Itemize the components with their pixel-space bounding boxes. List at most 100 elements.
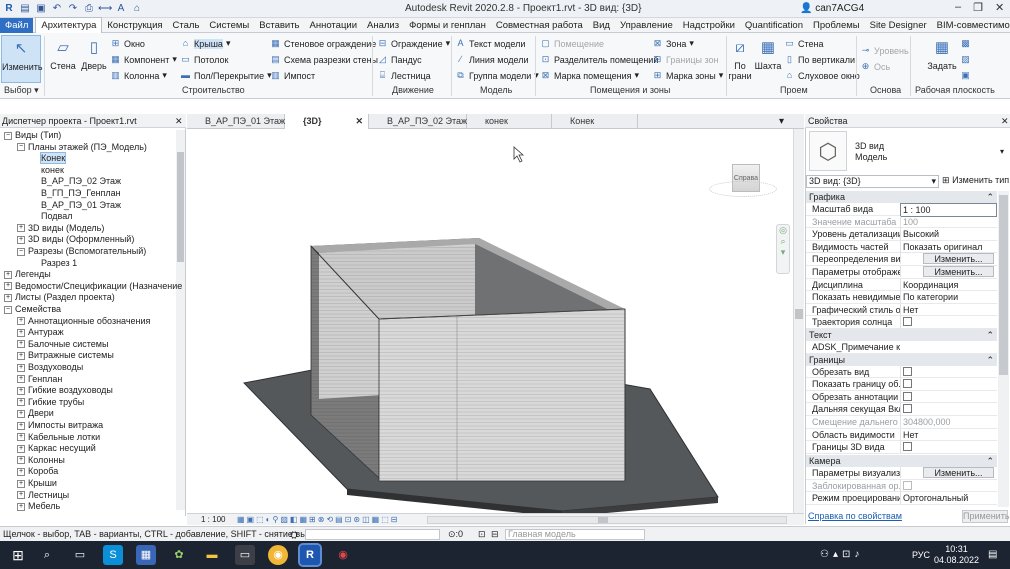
expand-toggle-icon[interactable]: − xyxy=(4,131,12,140)
level-button[interactable]: ⊸ Уровень xyxy=(860,44,909,57)
browser-item[interactable]: + Колонны xyxy=(17,455,65,467)
save-icon[interactable]: ▣ xyxy=(34,2,48,16)
shaft-button[interactable]: ▦ Шахта xyxy=(754,35,782,71)
model-group-button[interactable]: ⧉ Группа модели ▾ xyxy=(455,69,539,82)
expand-toggle-icon[interactable]: + xyxy=(17,491,25,500)
tab-manage[interactable]: Управление xyxy=(615,18,678,33)
prop-section-box[interactable]: Границы 3D вида xyxy=(806,441,997,455)
dormer-button[interactable]: ⌂ Слуховое окно xyxy=(784,69,860,82)
expand-toggle-icon[interactable]: + xyxy=(17,375,25,384)
close-icon[interactable]: ✕ xyxy=(355,114,363,129)
checkbox[interactable] xyxy=(903,366,912,376)
expand-toggle-icon[interactable]: + xyxy=(4,294,12,303)
edit-button[interactable]: Изменить... xyxy=(923,467,994,478)
stair-button[interactable]: ⌸ Лестница xyxy=(377,69,431,82)
browser-item[interactable]: + Балочные системы xyxy=(17,339,108,351)
prop-parts-visibility[interactable]: Видимость частей Показать оригинал xyxy=(806,240,997,254)
tab-massing[interactable]: Формы и генплан xyxy=(404,18,491,33)
browser-item[interactable]: В_АР_ПЭ_01 Этаж xyxy=(41,200,121,212)
measure-icon[interactable]: ⟷ xyxy=(98,2,112,16)
select-dropdown[interactable]: Выбор ▾ xyxy=(4,85,39,96)
browser-item[interactable]: + Крыши xyxy=(17,478,57,490)
steering-wheel-icon[interactable]: ◎ xyxy=(777,225,789,236)
expand-toggle-icon[interactable]: + xyxy=(17,468,25,477)
ref-plane-button[interactable]: ▨ xyxy=(960,53,971,66)
vertical-opening-button[interactable]: ▯ По вертикали xyxy=(784,53,855,66)
zoom-icon[interactable]: ⌕ xyxy=(777,236,789,247)
browser-item[interactable]: + Генплан xyxy=(17,374,62,386)
prop-view-scale[interactable]: Масштаб вида 1 : 100 xyxy=(806,203,997,217)
floor-button[interactable]: ▬ Пол/Перекрытие ▾ xyxy=(180,69,272,82)
tab-3d[interactable]: {3D} ✕ xyxy=(285,114,369,129)
browser-item[interactable]: + Двери xyxy=(17,408,54,420)
minimize-icon[interactable]: – xyxy=(955,1,961,14)
tab-insert[interactable]: Вставить xyxy=(254,18,304,33)
checkbox[interactable] xyxy=(903,317,912,327)
browser-item[interactable]: + Короба xyxy=(17,466,58,478)
browser-item[interactable]: + Импосты витража xyxy=(17,420,103,432)
type-selector[interactable]: 3D вид Модель xyxy=(855,141,887,163)
3d-view-icon[interactable]: ⌂ xyxy=(130,2,144,16)
prop-discipline[interactable]: Дисциплина Координация xyxy=(806,278,997,292)
text-icon[interactable]: A xyxy=(114,2,128,16)
tab-quantification[interactable]: Quantification xyxy=(740,18,808,33)
zoom-options-icon[interactable]: ▾ xyxy=(777,247,789,258)
windows-start-icon[interactable]: ⊞ xyxy=(8,545,28,565)
grid-button[interactable]: ⊕ Ось xyxy=(860,60,890,73)
expand-toggle-icon[interactable]: + xyxy=(17,444,25,453)
expand-toggle-icon[interactable]: + xyxy=(17,352,25,361)
section-text[interactable]: Текст ⌃ xyxy=(806,329,997,341)
chrome-icon[interactable]: ◉ xyxy=(268,545,288,565)
section-graphics[interactable]: Графика ⌃ xyxy=(806,191,997,203)
browser-scrollbar[interactable] xyxy=(176,130,185,510)
expand-toggle-icon[interactable]: + xyxy=(4,270,12,279)
browser-item[interactable]: + Антураж xyxy=(17,327,64,339)
close-icon[interactable]: ✕ xyxy=(175,114,183,128)
browser-item[interactable]: конек xyxy=(41,165,64,177)
undo-icon[interactable]: ↶ xyxy=(50,2,64,16)
task-view-icon[interactable]: ▭ xyxy=(70,545,90,565)
window-button[interactable]: ⊞ Окно xyxy=(110,37,145,50)
browser-item[interactable]: В_АР_ПЭ_02 Этаж xyxy=(41,176,121,188)
horizontal-scrollbar[interactable] xyxy=(427,516,787,524)
prop-show-hidden[interactable]: Показать невидимые ...По категории xyxy=(806,291,997,304)
app-window-icon[interactable]: ▭ xyxy=(235,545,255,565)
browser-item[interactable]: Подвал xyxy=(41,211,72,223)
browser-item[interactable]: + Гибкие трубы xyxy=(17,397,84,409)
wall-button[interactable]: ▱ Стена xyxy=(48,35,78,71)
browser-item[interactable]: + Легенды xyxy=(4,269,51,281)
prop-adsk-note[interactable]: ADSK_Примечание к ... xyxy=(806,341,997,354)
room-button[interactable]: ▢ Помещение xyxy=(540,37,604,50)
instance-selector[interactable]: 3D вид: {3D} ▾ xyxy=(806,175,939,188)
expand-toggle-icon[interactable]: + xyxy=(17,433,25,442)
checkbox[interactable] xyxy=(903,404,912,414)
browser-item[interactable]: + Ведомости/Спецификации (Назначение xyxy=(4,281,182,293)
tab-steel[interactable]: Сталь xyxy=(168,18,205,33)
design-options-field[interactable]: Главная модель xyxy=(505,529,645,540)
expand-toggle-icon[interactable]: + xyxy=(17,456,25,465)
show-workplane-button[interactable]: ▩ xyxy=(960,37,971,50)
browser-item[interactable]: + Витражные системы xyxy=(17,350,114,362)
app-icon[interactable]: ✿ xyxy=(169,545,189,565)
properties-scrollbar[interactable] xyxy=(998,191,1009,507)
browser-item[interactable]: + Листы (Раздел проекта) xyxy=(4,292,115,304)
tab-collaborate[interactable]: Совместная работа xyxy=(491,18,588,33)
expand-toggle-icon[interactable]: − xyxy=(4,305,12,314)
prop-projection-mode[interactable]: Режим проецирования Ортогональный xyxy=(806,492,997,505)
expand-toggle-icon[interactable]: + xyxy=(17,328,25,337)
viewer-button[interactable]: ▣ xyxy=(960,69,971,82)
canvas-scrollbar[interactable] xyxy=(793,129,804,513)
browser-item[interactable]: В_ГП_ПЭ_Генплан xyxy=(41,188,121,200)
tab-analyze[interactable]: Анализ xyxy=(362,18,404,33)
wall-opening-button[interactable]: ▭ Стена xyxy=(784,37,823,50)
expand-toggle-icon[interactable]: + xyxy=(17,340,25,349)
browser-item[interactable]: Конек xyxy=(39,152,67,165)
workset-field[interactable] xyxy=(305,529,440,540)
edit-button[interactable]: Изменить... xyxy=(923,266,994,277)
notification-icon[interactable]: ▤ xyxy=(988,549,997,560)
clock[interactable]: 10:31 04.08.2022 xyxy=(934,544,979,566)
close-icon[interactable]: ✕ xyxy=(1001,114,1009,128)
by-face-button[interactable]: ⧄ По грани xyxy=(728,35,752,81)
checkbox[interactable] xyxy=(903,391,912,401)
prop-value[interactable]: Высокий xyxy=(900,228,997,241)
